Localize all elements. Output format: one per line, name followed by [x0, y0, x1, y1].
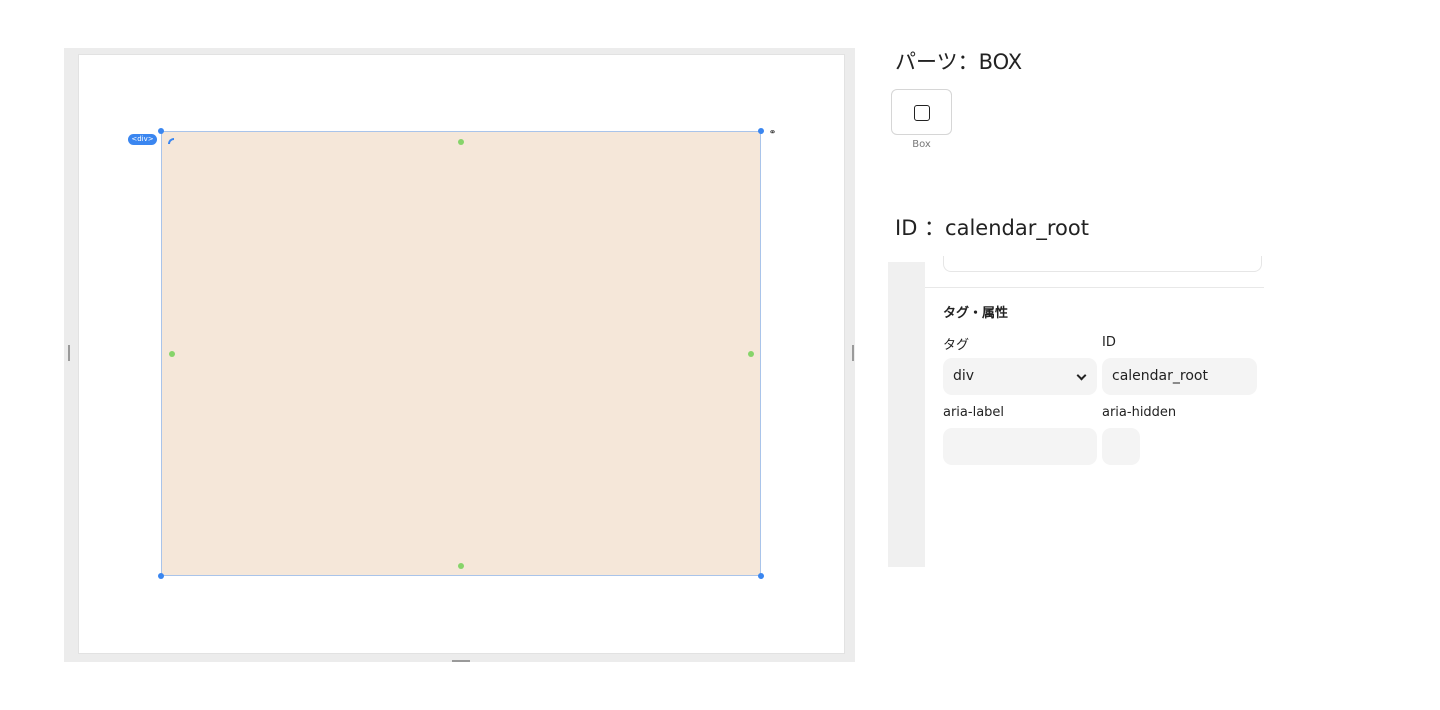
resize-handle-top-left[interactable] [158, 128, 164, 134]
chevron-down-icon [1076, 370, 1087, 381]
resize-handle-bottom-left[interactable] [158, 573, 164, 579]
tag-select[interactable]: div [943, 358, 1097, 395]
resize-handle-bottom-right[interactable] [758, 573, 764, 579]
element-id-heading: ID ：calendar_root [895, 216, 1089, 240]
box-part-tile[interactable] [891, 89, 952, 135]
padding-handle-bottom[interactable] [458, 563, 464, 569]
panel-rail [888, 262, 925, 567]
padding-handle-left[interactable] [169, 351, 175, 357]
aria-hidden-label: aria-hidden [1102, 405, 1177, 420]
resize-handle-top-right[interactable] [758, 128, 764, 134]
tag-label: タグ [943, 338, 970, 353]
editor-root: <div> ⚭ パーツ：BOX Box ID ：calendar_root タグ… [0, 0, 1440, 710]
previous-field[interactable] [943, 256, 1262, 272]
corner-radius-handle[interactable] [168, 138, 174, 144]
tag-select-value: div [953, 368, 975, 384]
bottom-resize-handle[interactable] [452, 660, 470, 662]
id-input-value: calendar_root [1112, 368, 1208, 384]
aria-label-label: aria-label [943, 405, 1005, 420]
id-label: ID [1102, 335, 1116, 350]
parts-heading: パーツ：BOX [895, 50, 1023, 74]
box-part-label: Box [912, 139, 931, 150]
padding-handle-right[interactable] [748, 351, 754, 357]
properties-panel: タグ・属性 タグ div ID calendar_root aria-label… [888, 256, 1264, 567]
link-icon[interactable]: ⚭ [766, 128, 779, 139]
aria-hidden-input[interactable] [1102, 428, 1140, 465]
right-resize-handle[interactable] [852, 345, 854, 361]
id-input[interactable]: calendar_root [1102, 358, 1257, 395]
selected-div-element[interactable] [161, 131, 761, 576]
square-icon [914, 105, 930, 121]
element-tag-badge[interactable]: <div> [128, 134, 157, 145]
padding-handle-top[interactable] [458, 139, 464, 145]
left-resize-handle[interactable] [68, 345, 70, 361]
aria-label-input[interactable] [943, 428, 1097, 465]
section-divider [925, 287, 1264, 288]
tag-attributes-section-title: タグ・属性 [943, 306, 1009, 321]
